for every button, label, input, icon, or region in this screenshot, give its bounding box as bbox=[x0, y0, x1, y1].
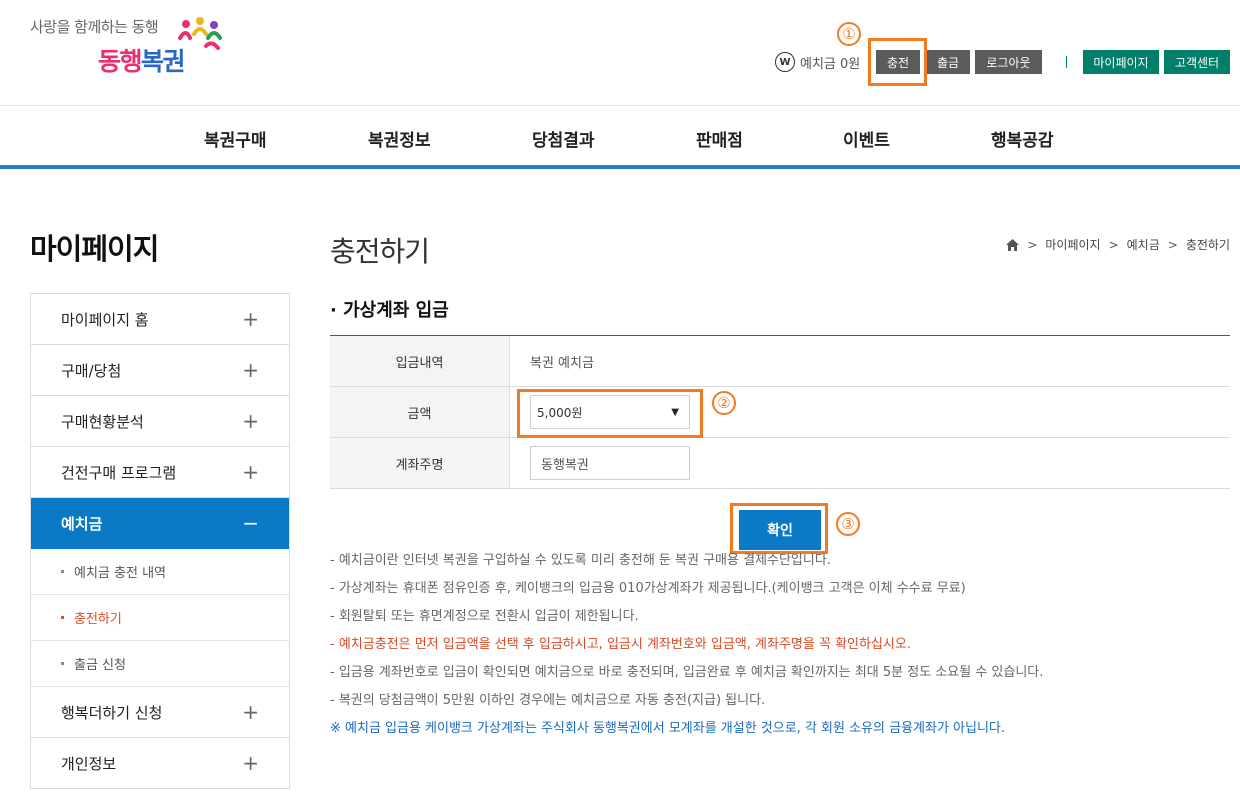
deposit-label: 예치금 bbox=[800, 57, 836, 72]
sidebar-item-purchase-analysis[interactable]: 구매현황분석 + bbox=[31, 396, 289, 447]
site-logo[interactable]: 동행복권 bbox=[98, 42, 186, 78]
plus-icon: + bbox=[242, 307, 259, 331]
won-icon: W bbox=[775, 52, 795, 72]
sidebar-item-mypage-home[interactable]: 마이페이지 홈 + bbox=[31, 294, 289, 345]
step1-badge: ① bbox=[837, 22, 861, 46]
logout-button[interactable]: 로그아웃 bbox=[975, 50, 1042, 74]
chevron-right-icon: > bbox=[1167, 237, 1178, 252]
sidebar-sub-label: 출금 신청 bbox=[74, 658, 126, 673]
sidebar-item-label: 행복더하기 신청 bbox=[61, 703, 163, 722]
breadcrumb-item: 충전하기 bbox=[1185, 238, 1230, 252]
breadcrumb-item[interactable]: 마이페이지 bbox=[1045, 236, 1100, 253]
notice-item: - 회원탈퇴 또는 휴면계정으로 전환시 입금이 제한됩니다. bbox=[330, 609, 639, 624]
sidebar-sub-label: 예치금 충전 내역 bbox=[74, 566, 166, 581]
notice-item-important: ※ 예치금 입금용 케이뱅크 가상계좌는 주식회사 동행복권에서 모계좌를 개설… bbox=[330, 721, 1006, 736]
notice-item: - 예치금이란 인터넷 복권을 구입하실 수 있도록 미리 충전해 둔 복권 구… bbox=[330, 553, 831, 568]
gnb-buy-lottery[interactable]: 복권구매 bbox=[204, 126, 267, 151]
gnb-bottom-bar bbox=[0, 165, 1240, 169]
customer-center-button[interactable]: 고객센터 bbox=[1164, 50, 1230, 74]
main-navigation: 복권구매 복권정보 당첨결과 판매점 이벤트 행복공감 bbox=[0, 106, 1240, 166]
step1-highlight bbox=[868, 38, 927, 86]
home-icon[interactable] bbox=[1006, 238, 1020, 251]
sidebar-sub-withdraw-request[interactable]: 출금 신청 bbox=[31, 641, 289, 687]
gnb-lottery-info[interactable]: 복권정보 bbox=[368, 126, 431, 151]
form-row-account-name: 계좌주명 동행복권 bbox=[330, 438, 1230, 489]
withdraw-button[interactable]: 출금 bbox=[926, 50, 970, 74]
gnb-stores[interactable]: 판매점 bbox=[696, 126, 743, 151]
page-title: 충전하기 bbox=[330, 235, 430, 268]
sidebar-item-happy-plus[interactable]: 행복더하기 신청 + bbox=[31, 687, 289, 738]
sidebar-item-label: 구매현황분석 bbox=[61, 412, 144, 431]
step2-badge: ② bbox=[712, 391, 736, 415]
step2-highlight bbox=[517, 389, 703, 438]
form-label: 금액 bbox=[330, 387, 510, 437]
form-label: 입금내역 bbox=[330, 336, 510, 386]
plus-icon: + bbox=[242, 460, 259, 484]
plus-icon: + bbox=[242, 409, 259, 433]
site-slogan: 사랑을 함께하는 동행 bbox=[30, 18, 159, 36]
bullet-icon bbox=[61, 616, 64, 619]
deposit-amount: 0원 bbox=[840, 57, 861, 72]
form-label: 계좌주명 bbox=[330, 438, 510, 488]
gnb-results[interactable]: 당첨결과 bbox=[532, 126, 595, 151]
mypage-button[interactable]: 마이페이지 bbox=[1083, 50, 1159, 74]
sidebar-title: 마이페이지 bbox=[30, 232, 159, 266]
sidebar-item-label: 마이페이지 홈 bbox=[61, 310, 149, 329]
header-divider bbox=[1066, 56, 1067, 68]
sidebar-sub-label: 충전하기 bbox=[74, 612, 122, 627]
plus-icon: + bbox=[242, 751, 259, 775]
sidebar-item-label: 건전구매 프로그램 bbox=[61, 463, 177, 482]
notice-item: - 가상계좌는 휴대폰 점유인증 후, 케이뱅크의 입금용 010가상계좌가 제… bbox=[330, 581, 966, 596]
sidebar-item-label: 구매/당첨 bbox=[61, 361, 122, 380]
chevron-right-icon: > bbox=[1108, 237, 1119, 252]
sidebar-item-label: 개인정보 bbox=[61, 754, 117, 773]
logo-part-1: 동행 bbox=[98, 47, 143, 76]
form-row-deposit-type: 입금내역 복권 예치금 bbox=[330, 336, 1230, 387]
notice-item-warning: - 예치금충전은 먼저 입금액을 선택 후 입금하시고, 입금시 계좌번호와 입… bbox=[330, 637, 911, 652]
notice-list: - 예치금이란 인터넷 복권을 구입하실 수 있도록 미리 충전해 둔 복권 구… bbox=[330, 549, 1230, 745]
sidebar-item-deposit[interactable]: 예치금 − bbox=[31, 498, 289, 549]
logo-figures-icon bbox=[178, 17, 222, 50]
sidebar-menu: 마이페이지 홈 + 구매/당첨 + 구매현황분석 + 건전구매 프로그램 + 예… bbox=[30, 293, 290, 789]
deposit-type-value: 복권 예치금 bbox=[530, 355, 594, 371]
plus-icon: + bbox=[242, 700, 259, 724]
sidebar-item-label: 예치금 bbox=[61, 514, 103, 533]
breadcrumb-item[interactable]: 예치금 bbox=[1127, 236, 1160, 253]
form-row-amount: 금액 5,000원 ▼ bbox=[330, 387, 1230, 438]
sidebar-sub-charge[interactable]: 충전하기 bbox=[31, 595, 289, 641]
section-title: · 가상계좌 입금 bbox=[330, 300, 449, 321]
bullet-icon bbox=[61, 662, 64, 665]
step3-highlight bbox=[730, 503, 828, 554]
account-name-field[interactable]: 동행복권 bbox=[530, 446, 690, 480]
deposit-form-table: 입금내역 복권 예치금 금액 5,000원 ▼ 계좌주명 동행복권 bbox=[330, 335, 1230, 489]
gnb-events[interactable]: 이벤트 bbox=[843, 126, 890, 151]
notice-item: - 복권의 당첨금액이 5만원 이하인 경우에는 예치금으로 자동 충전(지급)… bbox=[330, 693, 766, 708]
sidebar-item-personal-info[interactable]: 개인정보 + bbox=[31, 738, 289, 789]
sidebar-sub-charge-history[interactable]: 예치금 충전 내역 bbox=[31, 549, 289, 595]
chevron-right-icon: > bbox=[1027, 237, 1038, 252]
minus-icon: − bbox=[242, 511, 259, 535]
sidebar-item-healthy-program[interactable]: 건전구매 프로그램 + bbox=[31, 447, 289, 498]
bullet-icon bbox=[61, 570, 64, 573]
breadcrumb: > 마이페이지 > 예치금 > 충전하기 bbox=[1006, 236, 1230, 253]
step3-badge: ③ bbox=[836, 512, 860, 536]
notice-item: - 입금용 계좌번호로 입금이 확인되면 예치금으로 바로 충전되며, 입금완료… bbox=[330, 665, 1044, 680]
gnb-happy-sharing[interactable]: 행복공감 bbox=[991, 126, 1054, 151]
plus-icon: + bbox=[242, 358, 259, 382]
sidebar-item-purchase-win[interactable]: 구매/당첨 + bbox=[31, 345, 289, 396]
